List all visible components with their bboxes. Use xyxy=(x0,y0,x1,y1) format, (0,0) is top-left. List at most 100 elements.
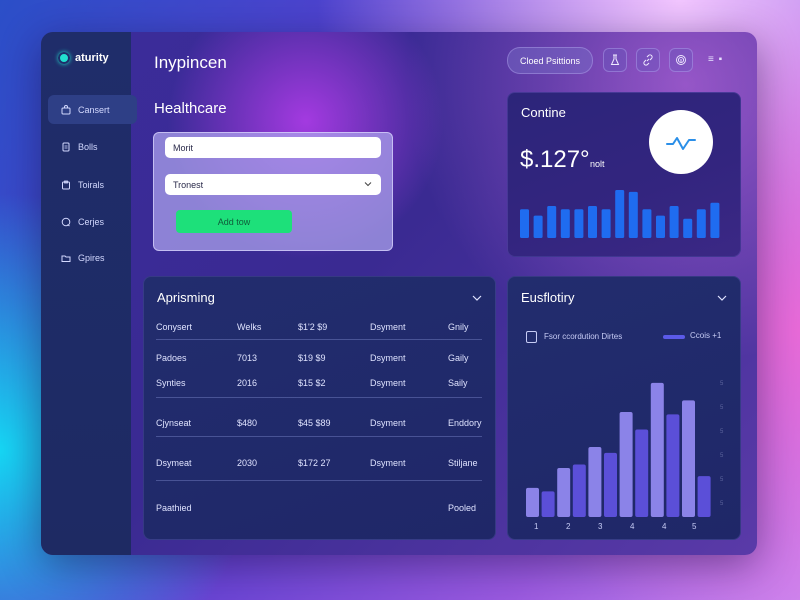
stat-bar xyxy=(601,209,611,238)
chart-card: Eusflotiry Fsor ccordution Dirtes Ccois … xyxy=(507,276,741,540)
y-tick-label: 5 xyxy=(720,381,724,387)
table-divider xyxy=(156,480,482,481)
stat-bar xyxy=(533,215,543,238)
stat-bar xyxy=(642,209,652,238)
stat-bar xyxy=(696,209,706,238)
chart-bar xyxy=(572,464,586,517)
clipboard-icon xyxy=(62,180,70,189)
table-cell: Gnily xyxy=(448,322,469,332)
chevron-down-icon[interactable] xyxy=(471,292,483,304)
table-cell: $45 $89 xyxy=(298,418,331,428)
table-card: Aprisming Conysert Welks $1'2 $9 Dsyment Gni… xyxy=(143,276,496,540)
table-row[interactable]: Synties 2016 $15 $2 Dsyment Saily xyxy=(156,368,482,398)
sidebar-item-gpires[interactable]: Gpires xyxy=(48,243,137,272)
text-field[interactable]: Morit xyxy=(165,137,381,158)
section-title: Healthcare xyxy=(154,100,227,117)
x-tick-label: 4 xyxy=(662,522,667,531)
x-tick-label: 5 xyxy=(692,522,697,531)
logo-text: aturity xyxy=(75,52,109,64)
positions-button[interactable]: Cloed Psittions xyxy=(507,47,593,74)
chart-bar xyxy=(526,487,539,517)
sidebar: aturity Cansert Bolls Toirals Cerjes Gpi… xyxy=(41,32,137,555)
logo-icon xyxy=(58,52,70,64)
chart-bar xyxy=(557,468,571,517)
table-cell: Pooled xyxy=(448,503,477,513)
chart-bar xyxy=(666,414,680,517)
stat-bar xyxy=(710,202,720,238)
table-cell: $172 27 xyxy=(298,458,331,468)
document-icon xyxy=(62,142,70,151)
x-tick-label: 2 xyxy=(566,522,571,531)
chart-bar xyxy=(588,447,602,517)
table-cell: Welks xyxy=(237,322,262,332)
table-cell: Padoes xyxy=(156,353,187,363)
add-button[interactable]: Add tow xyxy=(176,210,292,233)
fingerprint-icon[interactable] xyxy=(669,48,693,72)
table-cell: Paathied xyxy=(156,503,192,513)
table-cell: $480 xyxy=(237,418,258,428)
table-cell: Conysert xyxy=(156,322,193,332)
table-cell: 2030 xyxy=(237,458,258,468)
chart-bar xyxy=(650,382,664,517)
table-row[interactable]: Conysert Welks $1'2 $9 Dsyment Gnily xyxy=(156,312,482,342)
app-window: aturity Cansert Bolls Toirals Cerjes Gpi… xyxy=(41,32,757,555)
form-panel: Morit Tronest Add tow xyxy=(153,132,393,251)
table-cell: Gaily xyxy=(448,353,469,363)
bag-icon xyxy=(61,104,71,114)
select-field[interactable]: Tronest xyxy=(165,174,381,195)
sidebar-item-label: Bolls xyxy=(78,141,98,152)
stat-bar xyxy=(615,190,625,238)
stat-bar xyxy=(669,206,679,238)
table-cell: Dsymeat xyxy=(156,458,192,468)
table-cell: 7013 xyxy=(237,353,258,363)
menu-icon[interactable]: ≡ ▪ xyxy=(708,54,723,65)
chat-icon xyxy=(61,217,71,226)
y-tick-label: 5 xyxy=(720,501,724,507)
stat-bar xyxy=(520,209,529,238)
table-cell: $1'2 $9 xyxy=(298,322,328,332)
text-field-value: Morit xyxy=(173,142,193,153)
table-cell: $15 $2 xyxy=(298,378,326,388)
stat-bar xyxy=(560,209,570,238)
table-row[interactable]: Dsymeat 2030 $172 27 Dsyment Stiljane xyxy=(156,448,482,478)
x-tick-label: 4 xyxy=(630,522,635,531)
table-cell: 2016 xyxy=(237,378,258,388)
sidebar-item-cerjes[interactable]: Cerjes xyxy=(48,207,137,236)
y-tick-label: 5 xyxy=(720,405,724,411)
stat-bar xyxy=(547,206,557,238)
table-cell: Dsyment xyxy=(370,418,406,428)
table-row[interactable]: Paathied Pooled xyxy=(156,493,482,523)
logo[interactable]: aturity xyxy=(58,52,109,64)
chevron-down-icon xyxy=(364,182,372,187)
table-row[interactable]: Cjynseat $480 $45 $89 Dsyment Enddory xyxy=(156,408,482,438)
table-cell: Enddory xyxy=(448,418,482,428)
page-title: Inypincen xyxy=(154,53,227,72)
stat-bars xyxy=(520,190,720,238)
folder-icon xyxy=(61,255,71,262)
sidebar-item-label: Cansert xyxy=(78,104,110,115)
table-cell: Cjynseat xyxy=(156,418,192,428)
sidebar-item-cansert[interactable]: Cansert xyxy=(48,95,137,124)
table-cell: Synties xyxy=(156,378,186,388)
sidebar-item-bolls[interactable]: Bolls xyxy=(48,132,137,161)
table-cell: Stiljane xyxy=(448,458,478,468)
chart-bar xyxy=(635,429,649,517)
y-tick-label: 5 xyxy=(720,477,724,483)
chart-bar xyxy=(619,412,633,517)
link-icon[interactable] xyxy=(636,48,660,72)
sidebar-item-toirals[interactable]: Toirals xyxy=(48,170,137,199)
x-tick-label: 1 xyxy=(534,522,539,531)
table-cell: Dsyment xyxy=(370,458,406,468)
chart-bar xyxy=(604,452,617,517)
stat-bar xyxy=(588,206,597,238)
sidebar-item-label: Cerjes xyxy=(78,216,105,227)
table-cell: $19 $9 xyxy=(298,353,326,363)
flask-icon[interactable] xyxy=(603,48,627,72)
chart-bar xyxy=(697,476,711,517)
bar-chart: 5 5 5 5 5 5 1 2 3 4 4 5 xyxy=(526,381,724,531)
table-title: Aprisming xyxy=(157,290,215,305)
y-tick-label: 5 xyxy=(720,429,724,435)
table-cell: Dsyment xyxy=(370,378,406,388)
y-tick-label: 5 xyxy=(720,453,724,459)
table-cell: Dsyment xyxy=(370,322,406,332)
